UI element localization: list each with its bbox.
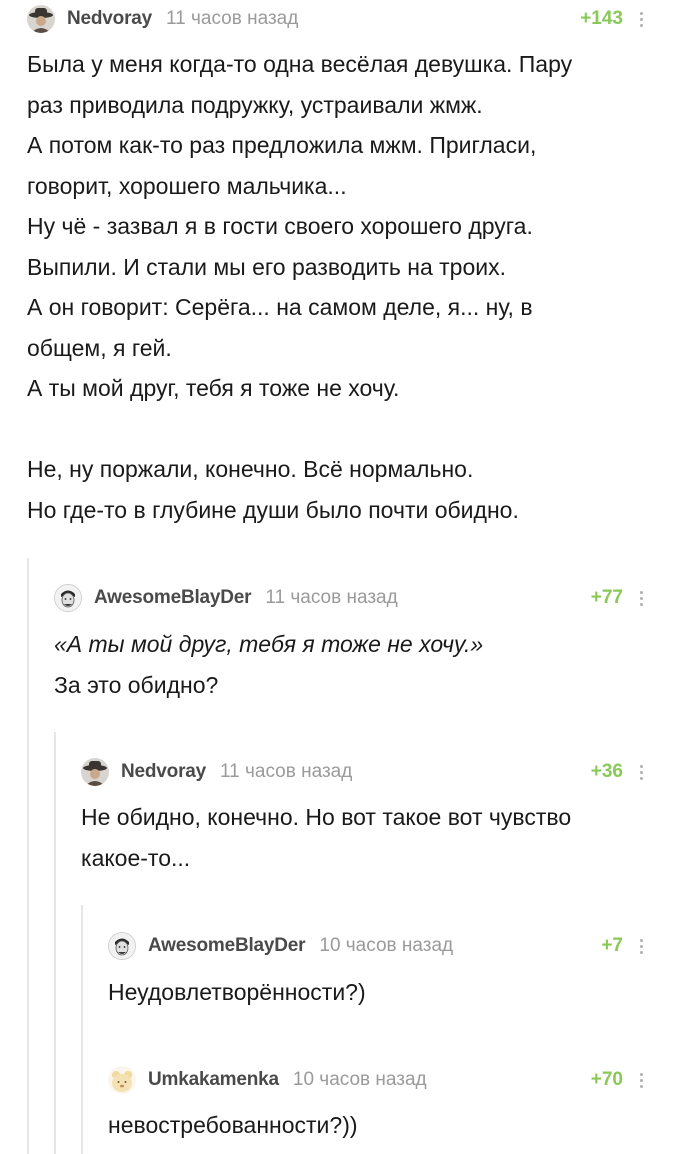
comment-line: Была у меня когда-то одна весёлая девушк… xyxy=(27,51,573,77)
comment-line: общем, я гей. xyxy=(27,334,172,361)
comment-line: раз приводила подружку, устраивали жмж. xyxy=(27,91,483,118)
comment-line: Но где-то в глубине души было почти обид… xyxy=(27,496,519,523)
comment-time[interactable]: 11 часов назад xyxy=(220,761,352,783)
comment-header: Nedvoray 11 часов назад +36 xyxy=(81,757,673,787)
face-sketch-avatar-icon[interactable] xyxy=(54,584,82,612)
comment-body: Не обидно, конечно. Но вот такое вот чув… xyxy=(81,797,681,878)
comment-time[interactable]: 10 часов назад xyxy=(293,1069,427,1091)
comment-line: говорит, хорошего мальчика... xyxy=(27,172,347,199)
more-options-icon[interactable] xyxy=(639,590,643,606)
author-name[interactable]: Umkakamenka xyxy=(148,1069,279,1091)
author-name[interactable]: AwesomeBlayDer xyxy=(148,935,306,957)
cowboy-hat-avatar-icon[interactable] xyxy=(81,758,109,786)
comment-time[interactable]: 11 часов назад xyxy=(166,8,298,30)
comment-body: Была у меня когда-то одна весёлая девушк… xyxy=(27,44,677,530)
comment-line: Не, ну поржали, конечно. Всё нормально. xyxy=(27,456,474,482)
comment-line: А потом как-то раз предложила мжм. Пригл… xyxy=(27,132,537,158)
comment-body: Неудовлетворённости?) xyxy=(108,972,678,1013)
author-name[interactable]: Nedvoray xyxy=(67,8,152,30)
comment-line: Не обидно, конечно. Но вот такое вот чув… xyxy=(81,804,572,830)
author-name[interactable]: Nedvoray xyxy=(121,761,206,783)
comment-line: А он говорит: Серёга... на самом деле, я… xyxy=(27,294,533,320)
rating-value: +70 xyxy=(590,1069,623,1090)
comment-line: какое-то... xyxy=(81,844,191,871)
thread-line-level-1[interactable] xyxy=(27,558,29,1154)
comment-line: невостребованности?)) xyxy=(108,1112,358,1138)
comment-quote: «А ты мой друг, тебя я тоже не хочу.» xyxy=(54,631,484,657)
bear-avatar-icon[interactable] xyxy=(108,1066,136,1094)
comment-header: Nedvoray 11 часов назад +143 xyxy=(27,4,673,34)
thread-line-level-2[interactable] xyxy=(54,732,56,1154)
comment-line: А ты мой друг, тебя я тоже не хочу. xyxy=(27,375,400,401)
rating-value: +77 xyxy=(590,587,623,608)
author-name[interactable]: AwesomeBlayDer xyxy=(94,587,252,609)
more-options-icon[interactable] xyxy=(639,1072,643,1088)
thread-line-level-3[interactable] xyxy=(81,905,83,1154)
cowboy-hat-avatar-icon[interactable] xyxy=(27,5,55,33)
comment-body: невостребованности?)) xyxy=(108,1105,678,1146)
comment-body: «А ты мой друг, тебя я тоже не хочу.» За… xyxy=(54,624,674,705)
face-sketch-avatar-icon[interactable] xyxy=(108,932,136,960)
rating-value: +36 xyxy=(590,761,623,782)
comment-header: Umkakamenka 10 часов назад +70 xyxy=(108,1065,673,1095)
comment-line: За это обидно? xyxy=(54,671,219,698)
rating-value: +143 xyxy=(580,8,623,29)
more-options-icon[interactable] xyxy=(639,11,643,27)
rating-value: +7 xyxy=(601,935,623,956)
comment-line: Ну чё - зазвал я в гости своего хорошего… xyxy=(27,213,533,239)
comment-time[interactable]: 10 часов назад xyxy=(319,935,453,957)
comment-line: Неудовлетворённости?) xyxy=(108,979,366,1005)
comment-header: AwesomeBlayDer 11 часов назад +77 xyxy=(54,583,673,613)
more-options-icon[interactable] xyxy=(639,938,643,954)
comment-time[interactable]: 11 часов назад xyxy=(265,587,397,609)
comment-line: Выпили. И стали мы его разводить на трои… xyxy=(27,253,506,280)
comment-header: AwesomeBlayDer 10 часов назад +7 xyxy=(108,931,673,961)
more-options-icon[interactable] xyxy=(639,764,643,780)
